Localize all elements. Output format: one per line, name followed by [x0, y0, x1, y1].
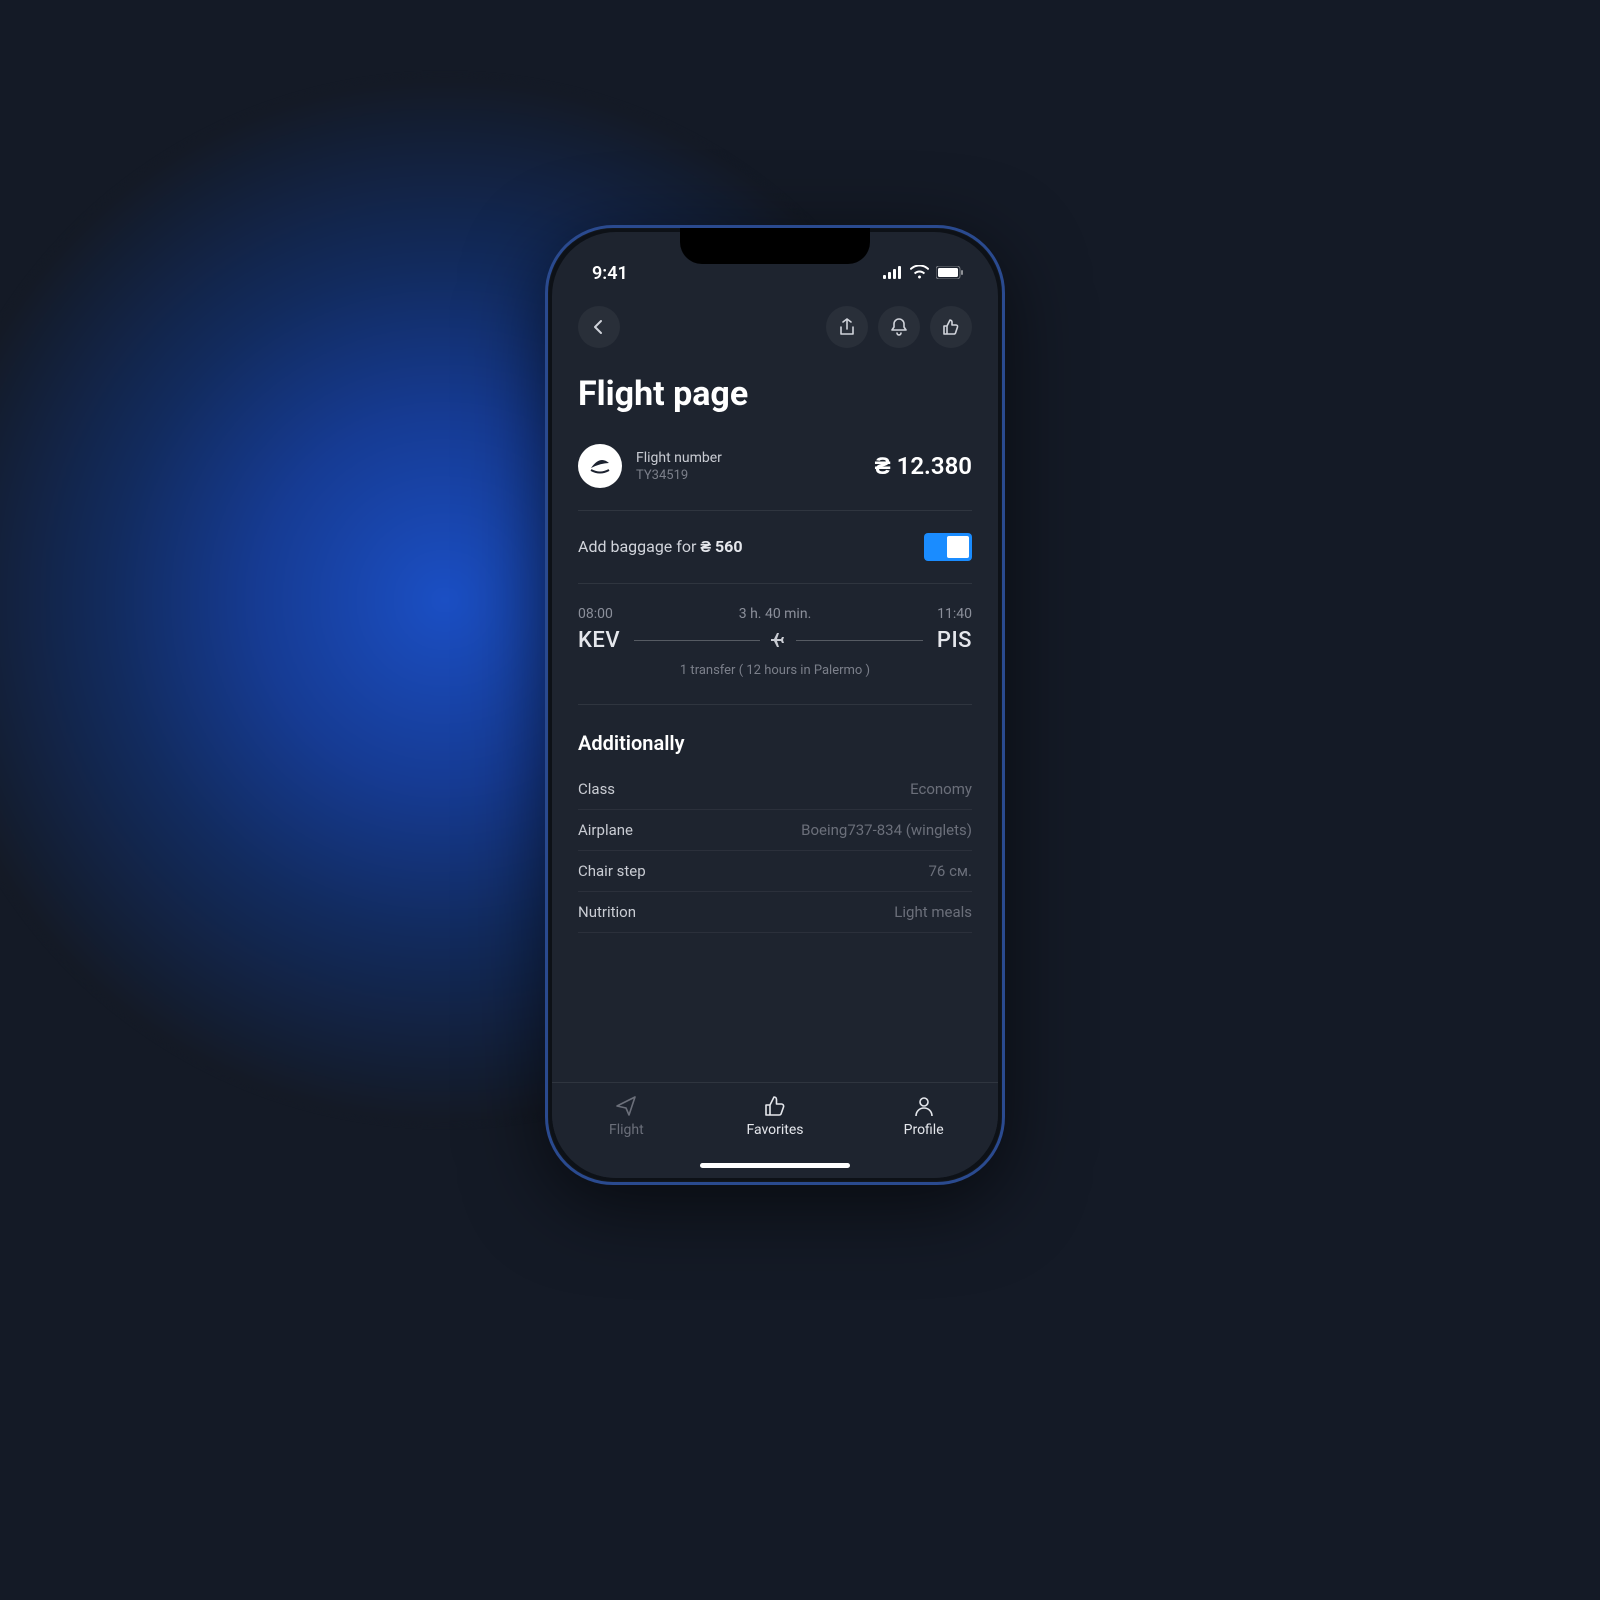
page-title: Flight page [578, 374, 972, 414]
chevron-left-icon [591, 319, 607, 335]
tab-label: Profile [904, 1122, 944, 1138]
notifications-button[interactable] [878, 306, 920, 348]
tab-label: Flight [609, 1122, 644, 1138]
baggage-row: Add baggage for ₴ 560 [578, 511, 972, 584]
baggage-toggle[interactable] [924, 533, 972, 561]
baggage-prefix: Add baggage for [578, 537, 700, 556]
arrival-time: 11:40 [937, 606, 972, 622]
departure-code: KEV [578, 628, 620, 653]
topbar-actions [826, 306, 972, 348]
detail-row-class: Class Economy [578, 769, 972, 810]
flight-number-label: Flight number [636, 450, 722, 466]
airline-logo [578, 444, 622, 488]
phone-notch [680, 228, 870, 264]
detail-label: Class [578, 780, 615, 798]
flight-number-value: TY34519 [636, 468, 722, 483]
content: Flight page Flight number TY34519 ₴ 12.3… [552, 288, 998, 1082]
plane-icon [770, 631, 786, 651]
detail-label: Airplane [578, 821, 633, 839]
detail-value: Boeing737-834 (winglets) [801, 821, 972, 839]
additionally-title: Additionally [578, 731, 972, 755]
share-icon [839, 318, 855, 336]
tab-favorites[interactable]: Favorites [725, 1095, 825, 1138]
topbar [578, 306, 972, 348]
tab-profile[interactable]: Profile [874, 1095, 974, 1138]
baggage-label: Add baggage for ₴ 560 [578, 537, 743, 557]
thumbs-up-icon [764, 1095, 786, 1117]
detail-value: Light meals [894, 903, 972, 921]
arrival-code: PIS [937, 628, 972, 653]
thumbs-up-icon [943, 319, 959, 335]
phone-frame: 9:41 [545, 225, 1005, 1185]
like-button[interactable] [930, 306, 972, 348]
detail-value: 76 см. [928, 862, 972, 880]
detail-row-nutrition: Nutrition Light meals [578, 892, 972, 933]
bell-icon [891, 318, 907, 336]
detail-row-airplane: Airplane Boeing737-834 (winglets) [578, 810, 972, 851]
flight-price: ₴ 12.380 [875, 452, 972, 481]
departure-time: 08:00 [578, 606, 613, 622]
status-time: 9:41 [592, 263, 628, 284]
profile-icon [913, 1095, 935, 1117]
screen: 9:41 [552, 232, 998, 1178]
detail-row-chair-step: Chair step 76 см. [578, 851, 972, 892]
transfer-info: 1 transfer ( 12 hours in Palermo ) [578, 663, 972, 678]
status-right [883, 263, 964, 284]
wifi-icon [910, 263, 929, 284]
detail-label: Chair step [578, 862, 646, 880]
back-button[interactable] [578, 306, 620, 348]
share-button[interactable] [826, 306, 868, 348]
battery-icon [936, 263, 964, 284]
detail-value: Economy [910, 780, 972, 798]
detail-label: Nutrition [578, 903, 636, 921]
flight-header: Flight number TY34519 ₴ 12.380 [578, 444, 972, 511]
baggage-price: ₴ 560 [700, 537, 742, 556]
route-line [634, 631, 923, 651]
route-times: 08:00 3 h. 40 min. 11:40 [578, 606, 972, 622]
additionally-section: Additionally Class Economy Airplane Boei… [578, 705, 972, 933]
route-line-right [796, 640, 922, 641]
paper-plane-icon [615, 1095, 637, 1117]
flight-header-left: Flight number TY34519 [578, 444, 722, 488]
tab-flight[interactable]: Flight [576, 1095, 676, 1138]
tab-label: Favorites [746, 1122, 803, 1138]
route-section: 08:00 3 h. 40 min. 11:40 KEV PIS 1 t [578, 584, 972, 705]
route-codes: KEV PIS [578, 628, 972, 653]
flight-duration: 3 h. 40 min. [739, 606, 812, 622]
home-indicator[interactable] [700, 1163, 850, 1168]
flight-number-block: Flight number TY34519 [636, 450, 722, 483]
route-line-left [634, 640, 760, 641]
cellular-icon [883, 263, 903, 284]
airline-logo-icon [585, 451, 615, 481]
